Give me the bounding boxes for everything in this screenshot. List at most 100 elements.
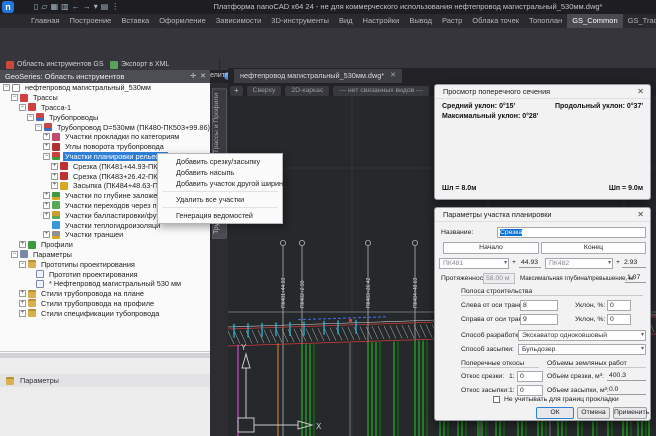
end-button[interactable]: Конец [541,242,646,254]
tree-expander[interactable]: + [19,290,26,297]
tree-expander[interactable]: + [51,173,58,180]
tree-expander[interactable]: + [19,300,26,307]
right-offset-input[interactable]: 9 [520,314,558,325]
tree-expander[interactable]: − [19,104,26,111]
left-slope-input[interactable]: 0 [607,300,631,311]
tree-item[interactable]: +Участки прокладки по категориям [0,132,210,142]
tree-item[interactable]: −нефтепровод магистральный_530мм [0,83,210,93]
tree-item[interactable]: +Стили трубопровода на плане [0,289,210,299]
close-icon[interactable]: ✕ [637,210,644,219]
context-menu-item[interactable]: Удалить все участки [158,194,282,205]
menu-tab-Вывод[interactable]: Вывод [404,14,437,28]
end-station-combo[interactable]: ПК482▾ [545,258,613,269]
open-folder-icon[interactable]: ▱ [41,0,47,14]
name-input[interactable]: Срезка [497,227,646,238]
undo-icon[interactable]: ← [72,0,80,14]
tool-panel-header[interactable]: GeoSeries: Область инструментов ✛ ✕ [0,70,210,83]
panel-close-icon[interactable]: ✕ [200,70,206,83]
menu-tab-Зависимости[interactable]: Зависимости [211,14,267,28]
print-icon[interactable]: ▤ [101,0,109,14]
tree-expander[interactable]: + [43,212,50,219]
tree-item[interactable]: +Участки траншеи [0,230,210,240]
tab-close-icon[interactable]: ✕ [390,69,396,83]
tree-item[interactable]: * Нефтепровод магистральный 530 мм [0,279,210,289]
tree-item[interactable]: −Трубопровод D=530мм (ПК480-ПК503+99.86) [0,122,210,132]
document-tab[interactable]: нефтепровод магистральный_530мм.dwg* ✕ [234,69,402,83]
context-menu-item[interactable]: Генерация ведомостей [158,210,282,221]
max-depth-field[interactable]: 1.07 [625,273,646,283]
pin-icon[interactable]: ✛ [190,70,196,83]
tree-expander[interactable]: − [43,153,50,160]
side-tab-Трассы и Профили[interactable]: Трассы и Профили [212,88,227,158]
start-button[interactable]: Начало [443,242,539,254]
ribbon-button[interactable]: Экспорт в XML [110,59,169,70]
ignore-bounds-checkbox[interactable]: Не учитывать для границ прокладки [493,396,619,403]
menu-tab-3D-инструменты[interactable]: 3D-инструменты [266,14,334,28]
cut-slope-input[interactable]: 0 [517,371,543,382]
context-menu-item[interactable]: Добавить насыпь [158,167,282,178]
tree-item[interactable]: −Параметры [0,250,210,260]
menu-tab-Вид[interactable]: Вид [334,14,358,28]
tree-item[interactable]: −Прототипы проектирования [0,259,210,269]
tree-item[interactable]: −Трассы [0,93,210,103]
more-icon[interactable]: ⋮ [111,0,119,14]
menu-tab-GS_Trace[interactable]: GS_Trace [623,14,656,28]
menu-tab-Растр[interactable]: Растр [437,14,467,28]
menu-tab-Топоплан[interactable]: Топоплан [524,14,567,28]
dev-method-combo[interactable]: Экскаватор одноковшовый▾ [518,330,646,341]
save-icon[interactable]: ▦ [51,0,59,14]
tree-expander[interactable]: + [19,241,26,248]
redo-icon[interactable]: → [83,0,91,14]
tree-item[interactable]: +Углы поворота трубопровода [0,142,210,152]
tree-item[interactable]: +Стили трубопровода на профиле [0,299,210,309]
tree-expander[interactable]: + [51,182,58,189]
close-icon[interactable]: ✕ [637,87,644,96]
start-station-combo[interactable]: ПК481▾ [439,258,509,269]
ok-button[interactable]: ОК [536,407,574,419]
view-button-Сверху[interactable]: Сверху [247,86,282,96]
view-button---- нет связанных видов ---[interactable]: --- нет связанных видов --- [333,86,429,96]
menu-tab-Вставка[interactable]: Вставка [116,14,154,28]
menu-tab-Оформление[interactable]: Оформление [154,14,211,28]
context-menu-item[interactable]: Добавить срезку/засыпку [158,156,282,167]
view-button-2D-каркас[interactable]: 2D-каркас [285,86,329,96]
fill-slope-input[interactable]: 0 [517,385,543,396]
cancel-button[interactable]: Отмена [577,407,610,419]
tree-expander[interactable]: − [27,114,34,121]
tree-expander[interactable]: − [19,261,26,268]
menu-tab-Настройки[interactable]: Настройки [358,14,405,28]
tree-expander[interactable]: + [51,163,58,170]
save-all-icon[interactable]: ▥ [61,0,69,14]
history-dropdown-icon[interactable]: ▾ [94,0,98,14]
tree-item[interactable]: +Профили [0,240,210,250]
menu-tab-GS_Common[interactable]: GS_Common [567,14,622,28]
context-menu-item[interactable]: Добавить участок другой ширины [158,178,282,189]
tree-expander[interactable]: − [35,124,42,131]
tree-item[interactable]: −Трасса-1 [0,103,210,113]
new-tab-button[interactable]: + [230,86,243,96]
tree-expander[interactable]: − [3,84,10,91]
tree-expander[interactable]: + [43,231,50,238]
apply-button[interactable]: Применить [613,407,647,419]
tree-expander[interactable]: + [43,192,50,199]
tree-item[interactable]: −Трубопроводы [0,112,210,122]
fill-method-combo[interactable]: Бульдозер▾ [518,344,646,355]
tree-item[interactable]: Прототип проектирования [0,269,210,279]
right-slope-input[interactable]: 0 [607,314,631,325]
tree-expander[interactable]: + [43,202,50,209]
tree-expander[interactable]: − [11,94,18,101]
menu-tab-Главная[interactable]: Главная [26,14,65,28]
tree-expander[interactable]: − [11,251,18,258]
menu-tab-Построение[interactable]: Построение [65,14,117,28]
parameters-panel-header[interactable]: Параметры [0,374,210,387]
menu-tab-Облака точек[interactable]: Облака точек [467,14,524,28]
tree-expander[interactable]: + [43,133,50,140]
left-offset-input[interactable]: 8 [520,300,558,311]
tree-expander[interactable]: + [43,143,50,150]
ribbon-button[interactable]: Область инструментов GS [6,59,104,70]
start-offset-field[interactable]: 44.93 [519,258,541,268]
new-file-icon[interactable]: ▯ [34,0,38,14]
tree-item[interactable]: +Стили спецификации тубопровода [0,308,210,318]
end-offset-field[interactable]: 2.93 [622,258,646,268]
tree-expander[interactable]: + [19,310,26,317]
